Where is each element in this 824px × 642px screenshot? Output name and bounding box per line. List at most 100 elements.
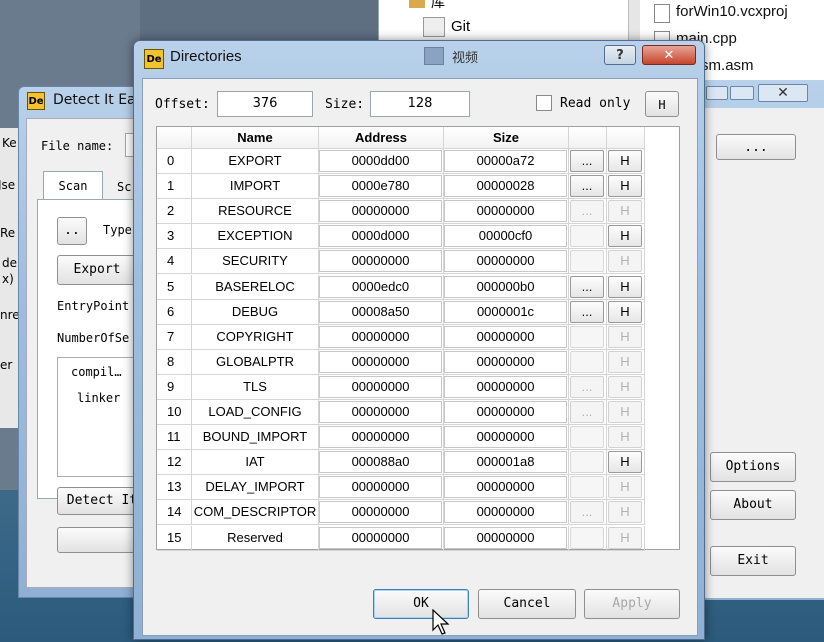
offset-input[interactable]: 376 [217,91,313,117]
address-field[interactable]: 00000000 [319,476,442,498]
header-name[interactable]: Name [192,127,319,149]
table-row[interactable]: 15Reserved0000000000000000...H [157,526,645,551]
address-field[interactable]: 00000000 [319,351,442,373]
options-button[interactable]: Options [710,452,796,482]
table-row[interactable]: 1 IMPORT 0000e780 00000028... H [157,174,645,199]
row-details-button[interactable]: ... [570,301,604,323]
row-hex-button[interactable]: H [608,501,642,523]
table-row[interactable]: 11BOUND_IMPORT0000000000000000...H [157,425,645,450]
table-row[interactable]: 6 DEBUG 00008a50 0000001c... H [157,300,645,325]
size-field[interactable]: 0000001c [444,301,567,323]
export-button[interactable]: Export [57,255,137,285]
size-field[interactable]: 00000028 [444,175,567,197]
table-row[interactable]: 8GLOBALPTR0000000000000000...H [157,350,645,375]
header-size[interactable]: Size [444,127,569,149]
row-hex-button[interactable]: H [608,301,642,323]
size-field[interactable]: 00000000 [444,501,567,523]
size-field[interactable]: 00000000 [444,476,567,498]
table-row[interactable]: 9 TLS 00000000 00000000... H [157,375,645,400]
cancel-button[interactable]: Cancel [478,589,576,619]
maximize-button[interactable] [730,86,754,100]
row-hex-button[interactable]: H [608,527,642,549]
address-field[interactable]: 00000000 [319,401,442,423]
row-details-button[interactable]: ... [570,250,604,272]
table-row[interactable]: 10 LOAD_CONFIG 00000000 00000000... H [157,400,645,425]
about-button[interactable]: About [710,490,796,520]
row-hex-button[interactable]: H [608,200,642,222]
row-hex-button[interactable]: H [608,276,642,298]
hex-button[interactable]: H [645,91,679,117]
size-field[interactable]: 00000000 [444,351,567,373]
apply-button[interactable]: Apply [584,589,680,619]
address-field[interactable]: 00000000 [319,250,442,272]
table-row[interactable]: 7COPYRIGHT0000000000000000...H [157,325,645,350]
table-row[interactable]: 0 EXPORT 0000dd00 00000a72... H [157,149,645,174]
size-field[interactable]: 00000000 [444,250,567,272]
size-field[interactable]: 00000000 [444,326,567,348]
address-field[interactable]: 00000000 [319,376,442,398]
address-field[interactable]: 0000dd00 [319,150,442,172]
table-row[interactable]: 3EXCEPTION0000d00000000cf0...H [157,224,645,249]
address-field[interactable]: 0000d000 [319,225,442,247]
row-hex-button[interactable]: H [608,326,642,348]
row-hex-button[interactable]: H [608,401,642,423]
git-folder-label[interactable]: Git [451,18,470,35]
row-details-button[interactable]: ... [570,501,604,523]
row-details-button[interactable]: ... [570,401,604,423]
row-details-button[interactable]: ... [570,476,604,498]
row-hex-button[interactable]: H [608,476,642,498]
size-field[interactable]: 00000000 [444,426,567,448]
address-field[interactable]: 0000e780 [319,175,442,197]
list-item[interactable]: linker [77,391,120,405]
file-item[interactable]: forWin10.vcxproj [654,3,788,23]
address-field[interactable]: 00000000 [319,200,442,222]
row-hex-button[interactable]: H [608,225,642,247]
table-row[interactable]: 12IAT000088a0000001a8...H [157,450,645,475]
address-field[interactable]: 00000000 [319,527,442,549]
row-details-button[interactable]: ... [570,276,604,298]
row-details-button[interactable]: ... [570,451,604,473]
row-details-button[interactable]: ... [570,351,604,373]
header-address[interactable]: Address [319,127,444,149]
row-details-button[interactable]: ... [570,175,604,197]
address-field[interactable]: 00000000 [319,326,442,348]
size-field[interactable]: 00000a72 [444,150,567,172]
ok-button[interactable]: OK [373,589,469,619]
tab-scan[interactable]: Scan [43,171,103,199]
row-hex-button[interactable]: H [608,351,642,373]
table-row[interactable]: 14 COM_DESCRIPTOR 00000000 00000000... H [157,500,645,525]
table-row[interactable]: 4SECURITY0000000000000000...H [157,249,645,274]
row-hex-button[interactable]: H [608,426,642,448]
size-field[interactable]: 000000b0 [444,276,567,298]
size-field[interactable]: 00000000 [444,376,567,398]
row-details-button[interactable]: ... [570,426,604,448]
table-row[interactable]: 5 BASERELOC 0000edc0 000000b0... H [157,275,645,300]
size-field[interactable]: 00000000 [444,527,567,549]
size-field[interactable]: 00000000 [444,200,567,222]
size-field[interactable]: 00000cf0 [444,225,567,247]
table-row[interactable]: 2 RESOURCE 00000000 00000000... H [157,199,645,224]
row-hex-button[interactable]: H [608,150,642,172]
help-icon[interactable]: ? [604,45,636,65]
address-field[interactable]: 0000edc0 [319,276,442,298]
row-details-button[interactable]: ... [570,225,604,247]
address-field[interactable]: 00000000 [319,501,442,523]
address-field[interactable]: 00008a50 [319,301,442,323]
row-details-button[interactable]: ... [570,326,604,348]
close-icon[interactable]: ✕ [642,45,696,65]
browse-button[interactable]: ... [716,134,796,160]
address-field[interactable]: 000088a0 [319,451,442,473]
browse-button[interactable]: .. [57,217,87,245]
exit-button[interactable]: Exit [710,546,796,576]
row-hex-button[interactable]: H [608,250,642,272]
row-details-button[interactable]: ... [570,150,604,172]
size-field[interactable]: 00000000 [444,401,567,423]
row-hex-button[interactable]: H [608,175,642,197]
row-details-button[interactable]: ... [570,200,604,222]
table-row[interactable]: 13DELAY_IMPORT0000000000000000...H [157,475,645,500]
size-field[interactable]: 000001a8 [444,451,567,473]
row-hex-button[interactable]: H [608,376,642,398]
row-details-button[interactable]: ... [570,376,604,398]
readonly-checkbox[interactable] [536,95,552,111]
minimize-button[interactable] [706,86,728,100]
